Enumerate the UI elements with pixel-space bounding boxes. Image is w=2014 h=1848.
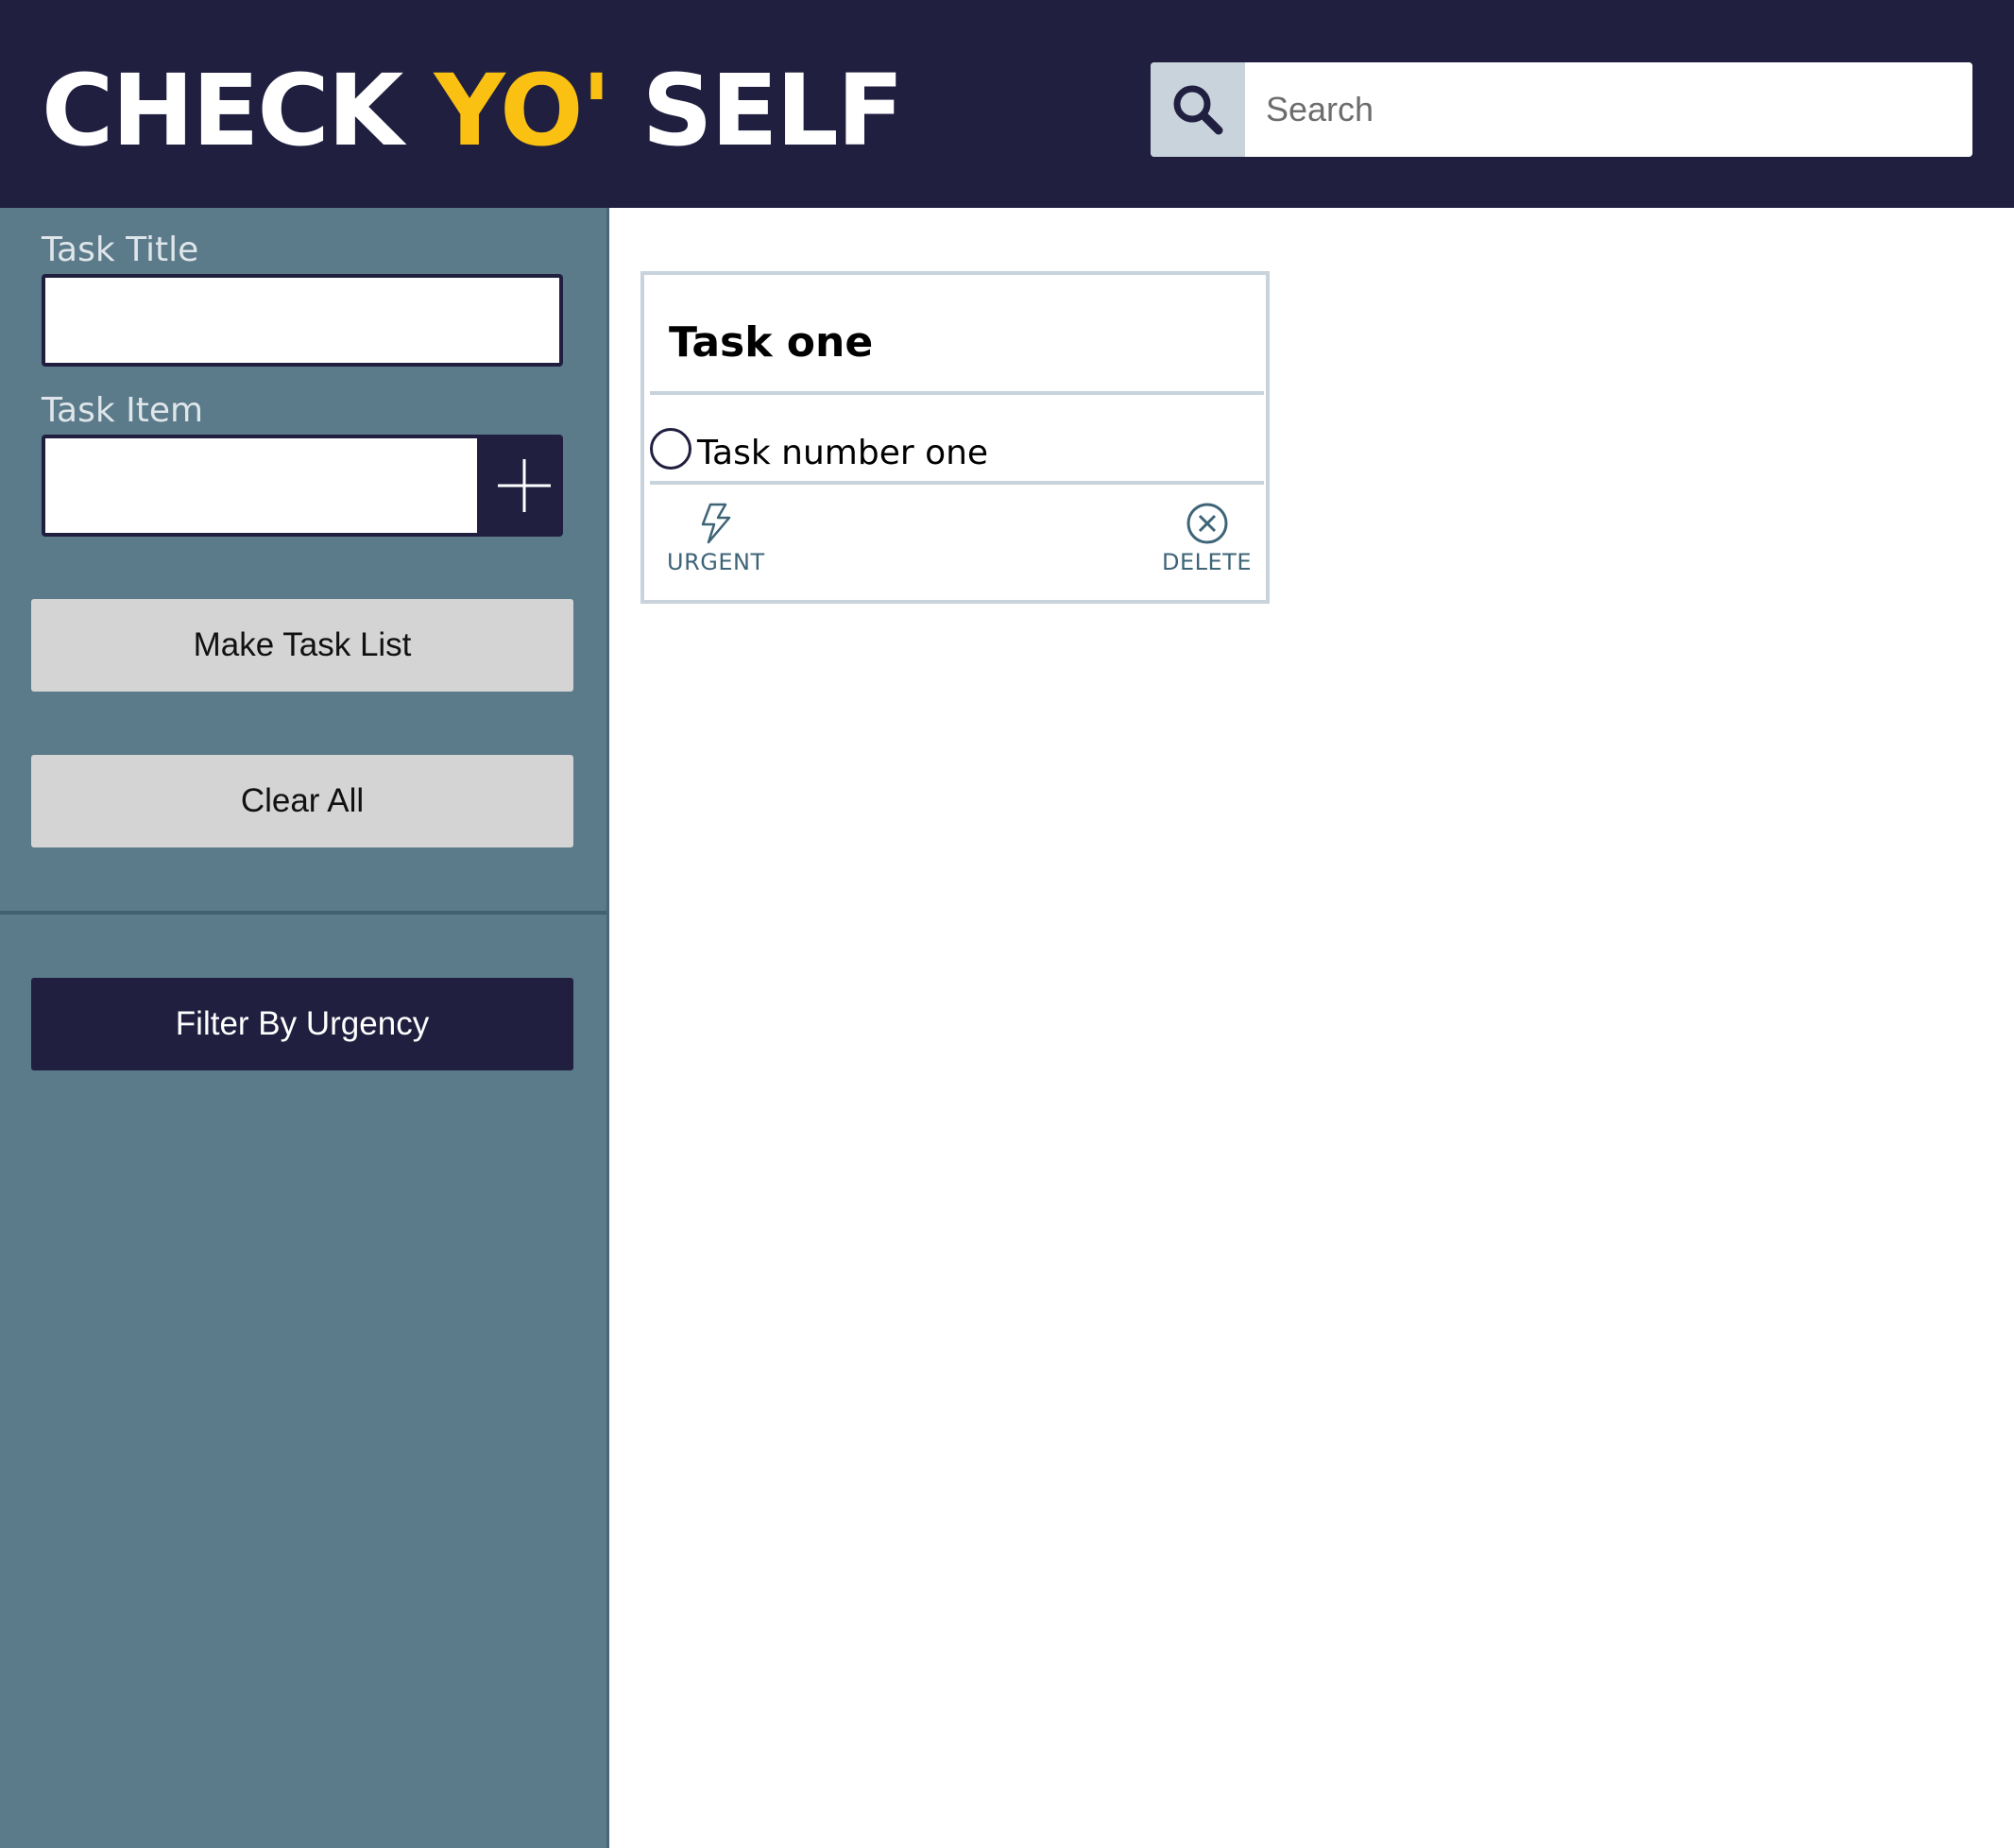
task-card-title: Task one [669, 318, 874, 367]
delete-label: DELETE [1162, 549, 1253, 575]
make-task-list-button[interactable]: Make Task List [31, 599, 573, 692]
clear-all-button[interactable]: Clear All [31, 755, 573, 847]
sidebar-divider [0, 911, 606, 915]
logo-part-check: CHECK [42, 53, 435, 168]
logo-part-self: SELF [609, 53, 904, 168]
search-button[interactable] [1151, 62, 1245, 157]
search-input[interactable] [1245, 62, 1972, 157]
app-root: CHECK YO' SELF Task Title Task Item Make… [0, 0, 2014, 1848]
task-title-label: Task Title [42, 231, 199, 269]
filter-by-urgency-button[interactable]: Filter By Urgency [31, 978, 573, 1070]
logo-part-yo: YO' [434, 53, 612, 168]
card-divider-bottom [650, 481, 1264, 485]
plus-icon [498, 459, 551, 512]
task-list-item: Task number one [650, 426, 988, 477]
search-bar [1151, 62, 1972, 157]
urgent-label: URGENT [667, 549, 765, 575]
delete-button[interactable]: DELETE [1162, 502, 1252, 575]
task-checkbox[interactable] [650, 428, 691, 470]
lightning-icon [701, 503, 731, 544]
task-item-text: Task number one [697, 434, 989, 472]
task-title-input[interactable] [42, 274, 563, 367]
task-item-input[interactable] [45, 438, 477, 533]
task-card: Task one Task number one URGENT DELETE [640, 271, 1270, 604]
add-task-item-button[interactable] [477, 438, 559, 533]
circle-x-icon [1186, 503, 1227, 544]
app-logo: CHECK YO' SELF [42, 49, 904, 172]
sidebar-border [606, 208, 609, 1848]
task-item-row [42, 435, 563, 537]
task-item-label: Task Item [42, 391, 204, 430]
search-icon [1173, 85, 1223, 135]
card-divider-top [650, 391, 1264, 395]
urgent-button[interactable]: URGENT [667, 502, 765, 575]
header: CHECK YO' SELF [0, 0, 2014, 208]
